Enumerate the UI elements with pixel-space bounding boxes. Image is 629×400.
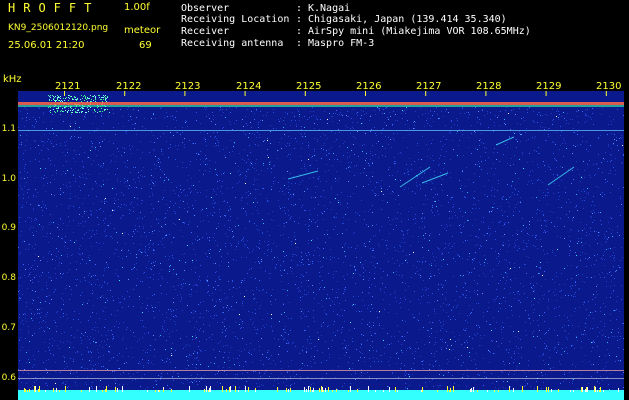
meteor-count: 69 (139, 40, 152, 51)
header-panel: HROFFT 1.00f KN9_2506012120.png meteor 2… (0, 0, 629, 76)
receiver-colon: : (296, 26, 303, 37)
reference-line (18, 130, 624, 131)
y-tick-label: 1.1 (1, 124, 16, 134)
meteor-label: meteor (124, 25, 161, 36)
carrier-sideband (18, 105, 624, 107)
antenna-label: Receiving antenna (181, 38, 284, 49)
app-title: HROFFT (8, 1, 100, 15)
y-tick-label: 0.9 (1, 223, 16, 233)
reference-line-low (18, 370, 624, 371)
carrier-line (18, 102, 624, 105)
location-colon: : (296, 14, 303, 25)
observer-colon: : (296, 3, 303, 14)
y-tick-label: 0.7 (1, 323, 16, 333)
receiver-label: Receiver (181, 26, 230, 37)
location-value: Chigasaki, Japan (139.414 35.340) (308, 14, 507, 25)
y-tick-label: 1.0 (1, 174, 16, 184)
spectrogram-plot (18, 91, 624, 400)
y-tick-label: 0.8 (1, 273, 16, 283)
reference-line-low (18, 378, 624, 379)
spectrogram-canvas (18, 91, 624, 400)
y-tick-label: 0.6 (1, 373, 16, 383)
app-version: 1.00f (124, 2, 150, 13)
receiver-value: AirSpy mini (Miakejima VOR 108.65MHz) (308, 26, 531, 37)
antenna-colon: : (296, 38, 303, 49)
location-label: Receiving Location (181, 14, 290, 25)
antenna-value: Maspro FM-3 (308, 38, 375, 49)
frequency-unit-label: kHz (3, 74, 22, 85)
file-name: KN9_2506012120.png (8, 23, 109, 33)
observer-label: Observer (181, 3, 230, 14)
observer-value: K.Nagai (308, 3, 351, 14)
observation-datetime: 25.06.01 21:20 (8, 40, 85, 51)
